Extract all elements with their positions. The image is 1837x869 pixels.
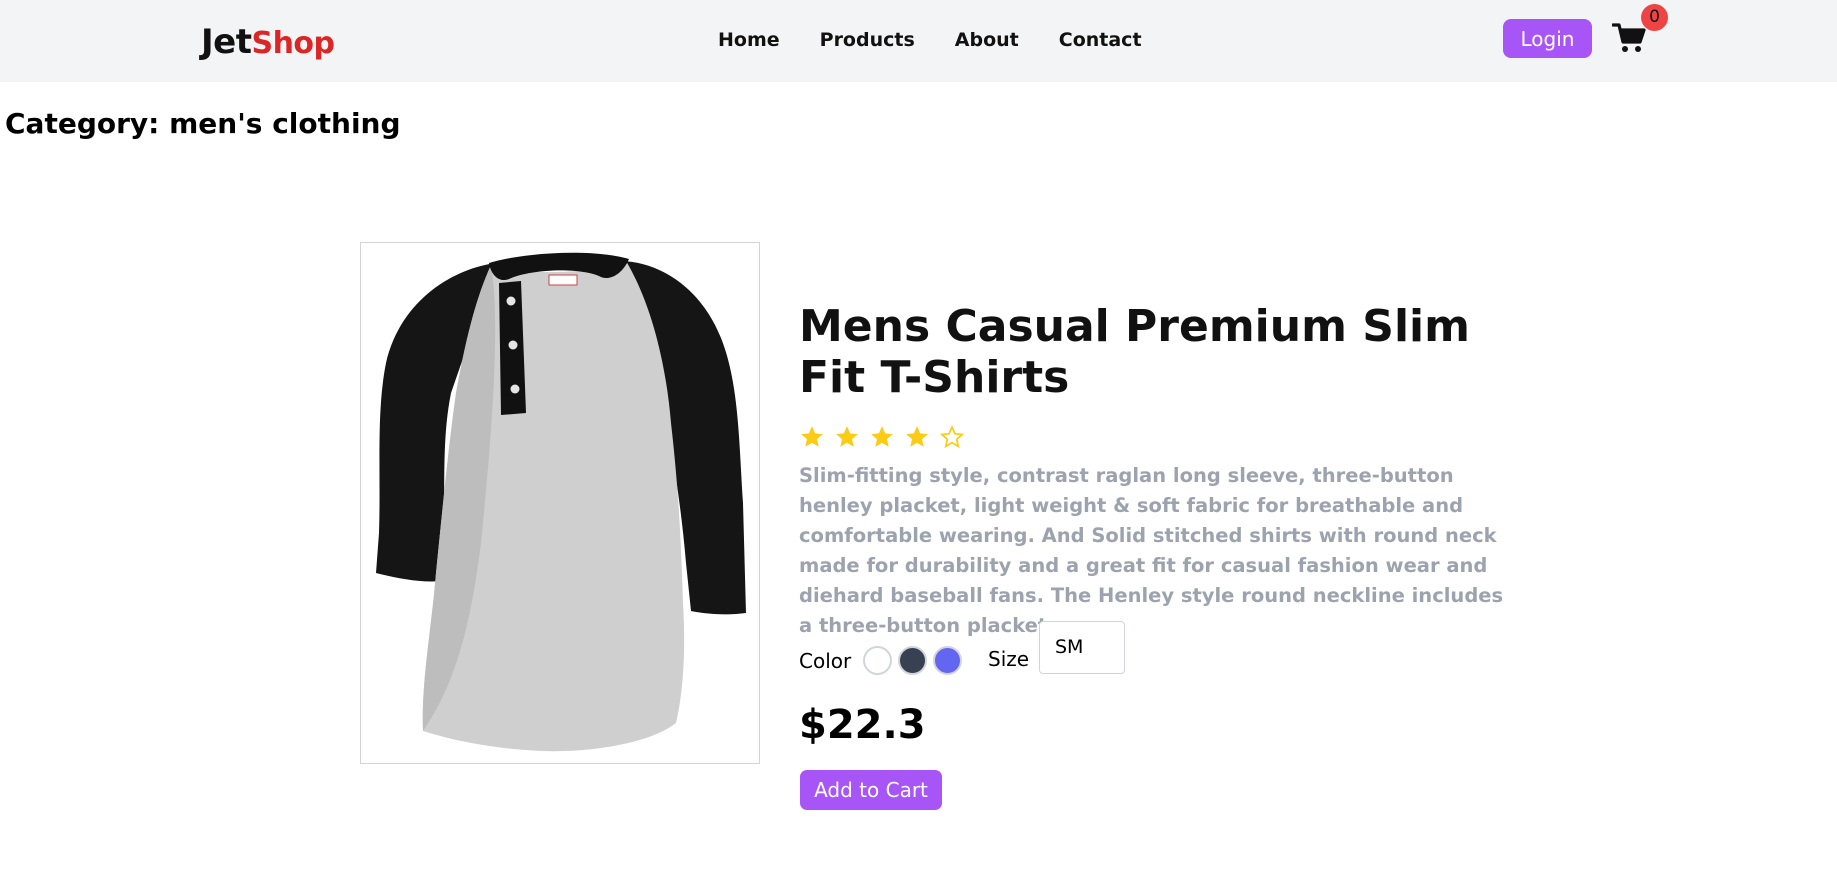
cart-count-badge: 0: [1641, 4, 1668, 31]
product-rating: [799, 424, 965, 450]
product-title: Mens Casual Premium Slim Fit T-Shirts: [799, 301, 1470, 403]
star-filled-icon: [836, 426, 858, 447]
nav-products[interactable]: Products: [820, 28, 915, 52]
top-navbar: JetShop Home Products About Contact Logi…: [0, 0, 1837, 82]
login-button[interactable]: Login: [1503, 19, 1592, 58]
add-to-cart-button[interactable]: Add to Cart: [800, 770, 942, 810]
star-filled-icon: [801, 426, 823, 447]
color-swatch-white[interactable]: [863, 646, 892, 675]
star-empty-icon: [939, 424, 965, 449]
product-image: [360, 242, 760, 764]
star-filled-icon: [906, 426, 928, 447]
category-heading: Category: men's clothing: [5, 107, 401, 140]
color-swatch-indigo[interactable]: [933, 646, 962, 675]
main-nav: Home Products About Contact: [718, 28, 1142, 52]
star-filled-icon: [871, 426, 893, 447]
nav-home[interactable]: Home: [718, 28, 780, 52]
logo-shop: Shop: [251, 26, 335, 61]
product-description: Slim-fitting style, contrast raglan long…: [799, 464, 1504, 637]
size-label: Size: [988, 647, 1030, 671]
size-select[interactable]: SM: [1039, 621, 1125, 674]
logo-jet: Jet: [201, 22, 252, 62]
color-label: Color: [799, 649, 852, 673]
nav-about[interactable]: About: [955, 28, 1019, 52]
logo[interactable]: JetShop: [201, 20, 335, 66]
color-swatch-gray[interactable]: [898, 646, 927, 675]
product-price: $22.3: [799, 702, 926, 748]
nav-contact[interactable]: Contact: [1059, 28, 1142, 52]
